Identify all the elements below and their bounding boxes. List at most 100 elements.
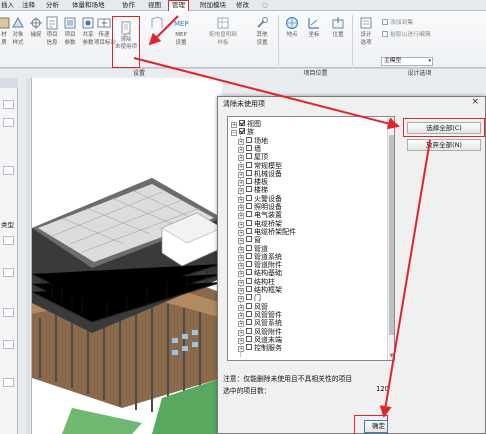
tree-checkbox[interactable] — [246, 319, 252, 326]
tree-checkbox[interactable] — [246, 236, 252, 243]
expand-icon[interactable]: + — [238, 205, 244, 211]
expand-icon[interactable]: + — [238, 346, 244, 353]
quick-toggle-icon[interactable]: ○ — [262, 0, 268, 11]
expand-icon[interactable]: + — [238, 263, 244, 270]
expand-icon[interactable]: + — [238, 296, 244, 303]
expand-icon[interactable]: + — [238, 138, 244, 145]
expand-icon[interactable]: + — [238, 180, 244, 187]
tab-annotate[interactable]: 注释 — [22, 0, 35, 11]
tab-collaborate[interactable]: 协作 — [122, 0, 135, 11]
tree-checkbox[interactable] — [239, 120, 245, 126]
tree-checkbox[interactable] — [239, 128, 245, 135]
expand-icon[interactable]: + — [238, 163, 244, 170]
palette-field[interactable] — [3, 308, 14, 317]
mep-settings-button[interactable]: MEP MEP 设置 — [171, 15, 191, 47]
expand-icon[interactable]: + — [238, 337, 244, 344]
expand-icon[interactable]: + — [238, 238, 244, 245]
add-to-set-button[interactable]: 添加到集 — [382, 17, 413, 26]
transfer-standards-button[interactable]: 传递 项目标准 — [94, 15, 116, 47]
tab-addins[interactable]: 附加模块 — [200, 0, 226, 11]
expand-icon[interactable]: + — [238, 213, 244, 220]
tree-checkbox[interactable] — [246, 153, 252, 160]
expand-icon[interactable]: + — [238, 188, 244, 195]
tab-insert[interactable]: 插入 — [1, 0, 14, 11]
palette-field[interactable] — [3, 236, 14, 245]
palette-field[interactable] — [3, 166, 14, 175]
palette-field[interactable] — [3, 100, 14, 109]
coordinates-button[interactable]: 坐标 — [304, 15, 324, 39]
tree-item[interactable]: + 控制服务 — [238, 344, 282, 353]
tab-analyze[interactable]: 分析 — [46, 0, 59, 11]
design-option-dropdown[interactable]: 主模型 ▾ — [381, 57, 433, 66]
scroll-up-icon[interactable]: ▲ — [388, 117, 394, 124]
tree-checkbox[interactable] — [246, 335, 252, 342]
expand-icon[interactable]: + — [238, 279, 244, 286]
tab-view[interactable]: 视图 — [148, 0, 161, 11]
expand-icon[interactable]: + — [238, 155, 244, 162]
tree-checkbox[interactable] — [246, 286, 252, 292]
tree-checkbox[interactable] — [246, 227, 252, 234]
additional-settings-button[interactable]: 其他 设置 — [252, 15, 272, 47]
collapse-icon[interactable]: − — [231, 130, 237, 137]
tree-checkbox[interactable] — [246, 244, 252, 251]
location-button[interactable]: 地点 — [282, 15, 302, 39]
deselect-all-button[interactable]: 放弃全部(N) — [407, 139, 481, 151]
tree-checkbox[interactable] — [246, 261, 252, 268]
tree-checkbox[interactable] — [246, 252, 252, 259]
expand-icon[interactable]: + — [238, 304, 244, 311]
expand-icon[interactable]: + — [238, 221, 244, 228]
scroll-thumb[interactable] — [389, 135, 394, 335]
object-styles-button[interactable]: 对象 样式 — [8, 15, 28, 47]
project-info-button[interactable]: 项目 信息 — [42, 15, 62, 47]
palette-field[interactable] — [3, 340, 14, 349]
tree-checkbox[interactable] — [246, 344, 252, 351]
palette-field[interactable] — [3, 268, 14, 277]
expand-icon[interactable]: + — [238, 229, 244, 236]
tree-checkbox[interactable] — [246, 269, 252, 276]
tab-modify[interactable]: 修改 — [236, 0, 249, 11]
tree-checkbox[interactable] — [246, 194, 252, 201]
expand-icon[interactable]: + — [238, 329, 244, 336]
select-all-button[interactable]: 选择全部(C) — [407, 122, 481, 134]
tree-checkbox[interactable] — [246, 178, 252, 185]
tree-checkbox[interactable] — [246, 144, 252, 151]
expand-icon[interactable]: + — [238, 312, 244, 319]
expand-icon[interactable]: + — [238, 246, 244, 253]
tree-checkbox[interactable] — [246, 161, 252, 168]
tree-checkbox[interactable] — [246, 186, 252, 193]
expand-icon[interactable]: + — [231, 122, 237, 128]
purge-unused-button[interactable]: 清除 未使用项 — [112, 16, 140, 68]
tree-checkbox[interactable] — [246, 277, 252, 284]
expand-icon[interactable]: + — [238, 321, 244, 328]
position-button[interactable]: 位置 — [328, 15, 348, 39]
palette-field[interactable] — [3, 378, 14, 387]
tree-checkbox[interactable] — [246, 169, 252, 176]
expand-icon[interactable]: + — [238, 171, 244, 178]
3d-view-canvas[interactable] — [32, 78, 222, 434]
tree-checkbox[interactable] — [246, 219, 252, 226]
expand-icon[interactable]: + — [238, 271, 244, 278]
structural-settings-button[interactable] — [147, 15, 167, 32]
ok-button[interactable]: 确定 — [364, 420, 388, 433]
scroll-down-icon[interactable]: ▼ — [388, 353, 394, 360]
expand-icon[interactable]: + — [238, 254, 244, 261]
expand-icon[interactable]: + — [238, 196, 244, 203]
tab-massing-site[interactable]: 体量和场地 — [72, 0, 105, 11]
tree-scrollbar[interactable]: ▲ ▼ — [387, 117, 394, 360]
close-icon[interactable]: × — [471, 97, 479, 107]
design-options-button[interactable]: 设计 选项 — [356, 15, 376, 47]
pick-to-edit-button[interactable]: 拾取以进行编辑 — [382, 29, 431, 38]
tree-checkbox[interactable] — [246, 310, 252, 317]
expand-icon[interactable]: + — [238, 288, 244, 294]
project-parameters-button[interactable]: 项目 参数 — [60, 15, 80, 47]
tree-checkbox[interactable] — [246, 294, 252, 301]
tree-checkbox[interactable] — [246, 136, 252, 143]
expand-icon[interactable]: + — [238, 146, 244, 153]
purge-tree[interactable]: + 视图 − 族 + 场地 + 墙 + 屋顶 + 常规模型 + 机械设备 + 楼板 + 楼梯 + 火警设备 + 照明设备 +… — [227, 116, 395, 361]
palette-field[interactable] — [3, 118, 14, 127]
tree-checkbox[interactable] — [246, 327, 252, 334]
tree-checkbox[interactable] — [246, 211, 252, 218]
tree-checkbox[interactable] — [246, 203, 252, 209]
tree-checkbox[interactable] — [246, 302, 252, 309]
panel-schedule-templates-button[interactable]: 配电盘明细 样板 — [204, 15, 242, 47]
